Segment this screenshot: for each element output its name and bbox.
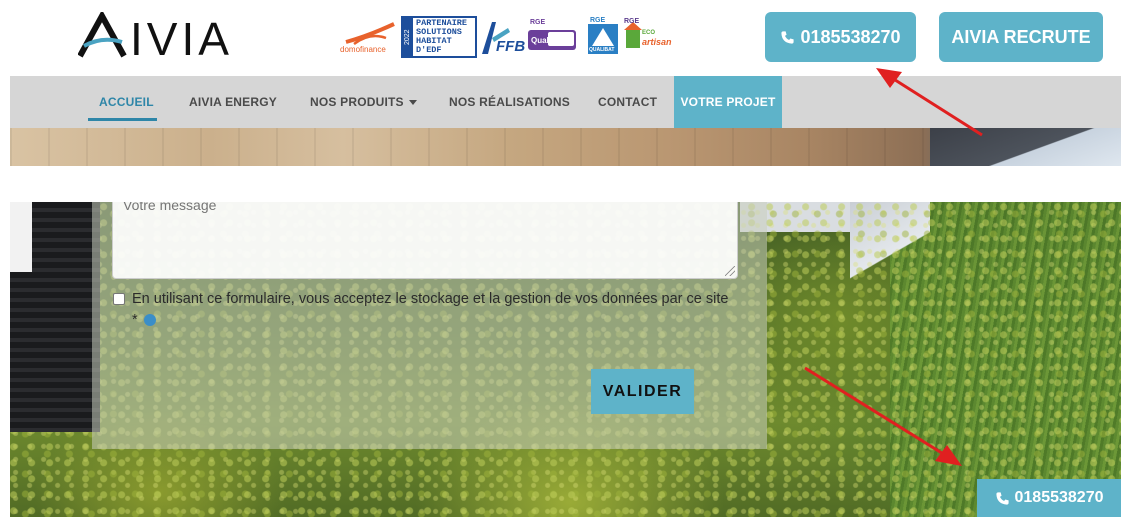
caret-down-icon — [408, 100, 417, 105]
floating-phone-button[interactable]: 0185538270 — [977, 479, 1121, 517]
phone-icon — [781, 30, 795, 44]
nav-item-nos-produits-label: NOS PRODUITS — [310, 95, 404, 109]
nav-item-aivia-energy[interactable]: AIVIA ENERGY — [189, 76, 277, 128]
eco-label: ECO — [642, 30, 656, 36]
eco-rge: RGE — [624, 18, 640, 25]
edf-line: D'EDF — [416, 45, 442, 55]
qualipac-label: QualiPac — [531, 36, 566, 45]
ffb-label: FFB — [496, 38, 526, 55]
domofinance-label: domofinance — [340, 45, 386, 54]
hero-banner-image — [10, 128, 1121, 166]
floating-phone-number: 0185538270 — [1014, 489, 1104, 506]
domofinance-logo: domofinance — [340, 18, 398, 58]
qualipac-rge: RGE — [530, 19, 546, 26]
header-phone-button[interactable]: 0185538270 — [765, 12, 916, 62]
nav-item-nos-produits[interactable]: NOS PRODUITS — [310, 76, 417, 128]
qualibat-label: QUALIBAT — [589, 47, 615, 53]
main-nav: ACCUEIL AIVIA ENERGY NOS PRODUITS NOS RÉ… — [10, 76, 1121, 128]
edf-year: 2022 — [403, 18, 413, 56]
aivia-logo-mark: IVIA — [78, 12, 233, 60]
header-phone-number: 0185538270 — [800, 26, 901, 47]
ffb-logo: FFB — [480, 18, 526, 56]
phone-icon — [995, 491, 1009, 505]
nav-active-indicator — [88, 118, 157, 121]
nav-item-votre-projet[interactable]: VOTRE PROJET — [674, 76, 782, 128]
valider-button[interactable]: VALIDER — [591, 369, 694, 414]
info-icon[interactable] — [143, 314, 156, 326]
nav-item-nos-realisations[interactable]: NOS RÉALISATIONS — [449, 76, 570, 128]
consent-checkbox[interactable] — [113, 293, 125, 305]
edf-partner-logo: 2022 PARTENAIRE SOLUTIONS HABITAT D'EDF — [401, 16, 477, 58]
eco-artisan-logo: RGE ECO artisan — [624, 18, 672, 56]
edf-lines: PARTENAIRE SOLUTIONS HABITAT D'EDF — [416, 19, 467, 55]
consent-label: En utilisant ce formulaire, vous accepte… — [132, 289, 732, 331]
qualipac-logo: RGE QualiPac — [528, 18, 578, 56]
aivia-logo[interactable]: IVIA — [78, 12, 248, 60]
aivia-recrute-button[interactable]: AIVIA RECRUTE — [939, 12, 1103, 62]
svg-text:IVIA: IVIA — [130, 13, 233, 60]
nav-item-contact[interactable]: CONTACT — [598, 76, 657, 128]
qualibat-rge: RGE — [590, 17, 606, 24]
eco-artisan-label: artisan — [642, 37, 672, 47]
textarea-resize-handle[interactable] — [725, 266, 735, 276]
qualibat-logo: RGE QUALIBAT — [586, 17, 620, 56]
message-textarea[interactable] — [112, 202, 738, 279]
consent-text: En utilisant ce formulaire, vous accepte… — [132, 291, 729, 328]
site-header: IVIA domofinance 2022 PARTENAIRE SOLUTIO… — [0, 0, 1121, 76]
